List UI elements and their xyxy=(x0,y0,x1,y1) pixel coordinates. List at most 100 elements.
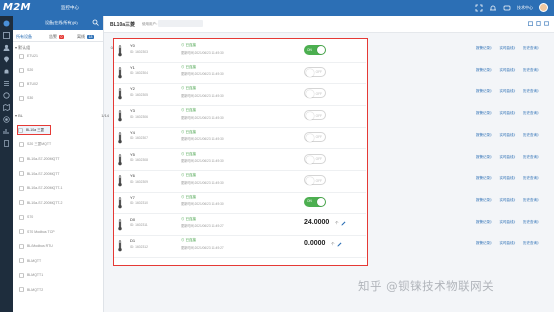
realtime-curve-link[interactable]: 实时曲线》 xyxy=(500,241,518,245)
sidebar-device-item[interactable]: S70 Modbus TCP xyxy=(19,227,99,237)
sidebar-device-item[interactable]: BLMQTT xyxy=(19,256,99,266)
realtime-curve-link[interactable]: 实时曲线》 xyxy=(500,198,518,202)
offline-count-badge: 18 xyxy=(87,35,94,39)
app-title[interactable]: 监控中心 xyxy=(61,5,79,11)
tab-alarm[interactable]: 告警 0 xyxy=(49,34,64,40)
app-logo[interactable]: M2M xyxy=(3,2,31,13)
monitor-icon[interactable] xyxy=(3,20,10,27)
connection-status: ⊙ 已连接 xyxy=(181,173,196,178)
alarm-record-link[interactable]: 报警记录》 xyxy=(476,46,494,50)
device-icon xyxy=(19,185,24,191)
image-icon[interactable] xyxy=(544,21,549,26)
sidebar-device-item[interactable]: S30 xyxy=(19,93,99,103)
alarm-record-link[interactable]: 报警记录》 xyxy=(476,155,494,159)
update-time: 更新时间:2021/06/23 11:49:30 xyxy=(181,72,224,77)
update-time: 更新时间:2021/06/23 11:49:27 xyxy=(181,245,224,250)
history-query-link[interactable]: 历史查询》 xyxy=(523,111,541,115)
realtime-curve-link[interactable]: 实时曲线》 xyxy=(500,155,518,159)
alarm-record-link[interactable]: 报警记录》 xyxy=(476,133,494,137)
switch-toggle[interactable]: OFF xyxy=(304,88,326,99)
sensor-row: Y1 ID: 1602304 ⊙ 已连接 更新时间:2021/06/23 11:49:… xyxy=(114,63,366,85)
group-label: BL xyxy=(18,113,24,118)
alarm-record-link[interactable]: 报警记录》 xyxy=(476,89,494,93)
alarm-record-link[interactable]: 报警记录》 xyxy=(476,68,494,72)
sidebar-device-item[interactable]: S20 三菱MQTT xyxy=(19,140,99,150)
user-name[interactable]: 技术中心 xyxy=(517,5,533,11)
sidebar-device-item[interactable]: BL10a-S7-200MQTT-2 xyxy=(19,198,99,208)
sidebar-device-item[interactable]: BL10a-S7-200MQTT xyxy=(19,154,99,164)
sidebar-device-item[interactable]: BTU02 xyxy=(19,79,99,89)
history-query-link[interactable]: 历史查询》 xyxy=(523,68,541,72)
search-icon[interactable] xyxy=(92,19,99,26)
switch-toggle[interactable]: ON xyxy=(304,45,326,55)
user-icon[interactable] xyxy=(3,44,10,51)
realtime-curve-link[interactable]: 实时曲线》 xyxy=(500,46,518,50)
sidebar-device-item[interactable]: ETU21 xyxy=(19,51,99,61)
user-input[interactable] xyxy=(158,20,203,27)
sensor-id: ID: 1602306 xyxy=(130,114,148,119)
group-bl[interactable]: ▾ BL 1/14 xyxy=(15,113,109,118)
switch-toggle[interactable]: OFF xyxy=(304,153,326,164)
sidebar-device-item[interactable]: S20 xyxy=(19,65,99,75)
alarm-record-link[interactable]: 报警记录》 xyxy=(476,111,494,115)
realtime-curve-link[interactable]: 实时曲线》 xyxy=(500,176,518,180)
bell-icon[interactable] xyxy=(489,4,497,12)
location-icon[interactable] xyxy=(3,56,10,63)
tab-offline[interactable]: 离线 18 xyxy=(77,34,94,40)
history-query-link[interactable]: 历史查询》 xyxy=(523,220,541,224)
device-icon xyxy=(19,53,24,59)
alarm-record-link[interactable]: 报警记录》 xyxy=(476,220,494,224)
sidebar-device-item[interactable]: BL10a-S7-200MQTT-1 xyxy=(19,183,99,193)
sidebar-device-item[interactable]: BLMQTT1 xyxy=(19,270,99,280)
top-bar: M2M 监控中心 技术中心 xyxy=(0,0,554,16)
switch-toggle[interactable]: OFF xyxy=(304,175,326,186)
thermometer-icon xyxy=(118,197,122,209)
map-icon[interactable] xyxy=(3,104,10,111)
realtime-curve-link[interactable]: 实时曲线》 xyxy=(500,133,518,137)
realtime-curve-link[interactable]: 实时曲线》 xyxy=(500,111,518,115)
alarm-record-link[interactable]: 报警记录》 xyxy=(476,241,494,245)
history-query-link[interactable]: 历史查询》 xyxy=(523,133,541,137)
sidebar-device-item[interactable]: BL10a-S7-200MQTT xyxy=(19,169,99,179)
sidebar-device-item[interactable]: BLMQTT2 xyxy=(19,285,99,295)
calendar-icon[interactable] xyxy=(528,21,533,26)
history-query-link[interactable]: 历史查询》 xyxy=(523,89,541,93)
alarm-count-badge: 0 xyxy=(59,35,64,39)
tab-all-devices[interactable]: 所有设备 xyxy=(16,34,32,40)
settings-icon[interactable] xyxy=(3,116,10,123)
edit-icon[interactable] xyxy=(341,221,346,226)
realtime-curve-link[interactable]: 实时曲线》 xyxy=(500,89,518,93)
message-icon[interactable] xyxy=(503,4,511,12)
history-query-link[interactable]: 历史查询》 xyxy=(523,198,541,202)
switch-toggle[interactable]: OFF xyxy=(304,131,326,142)
sidebar-device-item[interactable]: BL10a 三菱 xyxy=(17,125,51,135)
switch-toggle[interactable]: OFF xyxy=(304,66,326,77)
document-icon[interactable] xyxy=(3,140,10,147)
switch-toggle[interactable]: ON xyxy=(304,196,326,207)
document-icon[interactable] xyxy=(536,21,541,26)
realtime-curve-link[interactable]: 实时曲线》 xyxy=(500,68,518,72)
alarm-record-link[interactable]: 报警记录》 xyxy=(476,176,494,180)
row-actions: 报警记录》 实时曲线》 历史查询》 xyxy=(476,89,547,94)
row-actions: 报警记录》 实时曲线》 历史查询》 xyxy=(476,176,547,181)
edit-icon[interactable] xyxy=(337,242,342,247)
toggle-label: OFF xyxy=(315,135,322,140)
sidebar-device-item[interactable]: S70 xyxy=(19,212,99,222)
history-query-link[interactable]: 历史查询》 xyxy=(523,155,541,159)
history-query-link[interactable]: 历史查询》 xyxy=(523,241,541,245)
switch-toggle[interactable]: OFF xyxy=(304,110,326,121)
sidebar-device-item[interactable]: BL/Modbus RTU xyxy=(19,241,99,251)
fullscreen-icon[interactable] xyxy=(475,4,483,12)
history-query-link[interactable]: 历史查询》 xyxy=(523,176,541,180)
clock-icon[interactable] xyxy=(3,92,10,99)
realtime-curve-link[interactable]: 实时曲线》 xyxy=(500,220,518,224)
list-icon[interactable] xyxy=(3,80,10,87)
alarm-icon[interactable] xyxy=(3,68,10,75)
device-icon xyxy=(19,287,24,292)
history-query-link[interactable]: 历史查询》 xyxy=(523,46,541,50)
avatar[interactable] xyxy=(539,3,548,12)
toggle-label: ON xyxy=(307,47,312,52)
grid-icon[interactable] xyxy=(3,32,10,39)
alarm-record-link[interactable]: 报警记录》 xyxy=(476,198,494,202)
chart-icon[interactable] xyxy=(3,128,10,135)
